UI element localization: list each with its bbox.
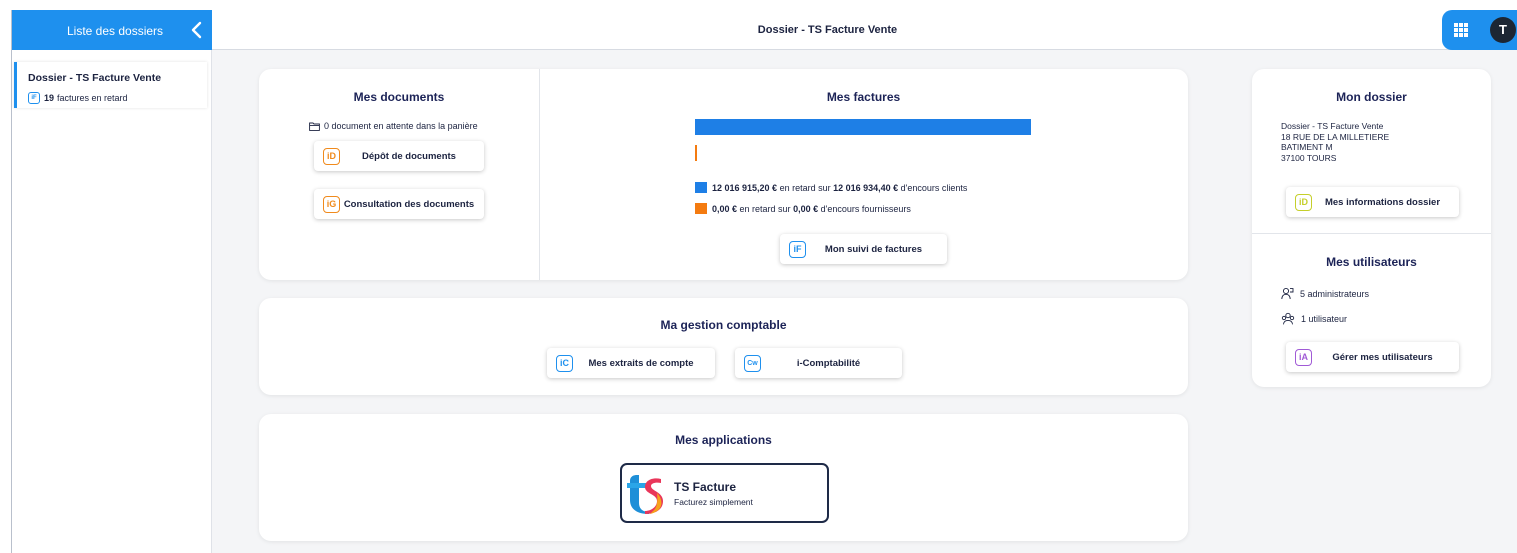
extraits-compte-button[interactable]: iC Mes extraits de compte: [547, 348, 715, 378]
invoice-badge-icon: iF: [28, 92, 40, 104]
folder-icon: [309, 122, 320, 131]
documents-invoices-card: Mes documents 0 document en attente dans…: [259, 69, 1188, 280]
page-title: Dossier - TS Facture Vente: [757, 24, 898, 36]
consultation-label: Consultation des documents: [343, 198, 475, 210]
gerer-icon: iA: [1295, 348, 1312, 366]
extraits-label: Mes extraits de compte: [588, 357, 694, 369]
clients-overdue-bar: [695, 119, 1031, 135]
late-label: factures en retard: [57, 93, 128, 103]
admins-count: 5 administrateurs: [1281, 287, 1369, 300]
i-comptabilite-button[interactable]: Cw i-Comptabilité: [735, 348, 902, 378]
comptabilite-icon: Cw: [744, 354, 761, 372]
users-text: 1 utilisateur: [1301, 313, 1348, 324]
avatar[interactable]: T: [1490, 17, 1516, 43]
apps-area: T: [1442, 10, 1517, 50]
pending-text: 0 document en attente dans la panière: [324, 121, 478, 131]
suppliers-total-amount: 0,00 €: [793, 203, 819, 214]
applications-card: Mes applications TS Facture Facturez sim…: [259, 414, 1188, 541]
comptabilite-label: i-Comptabilité: [796, 357, 861, 369]
infos-label: Mes informations dossier: [1324, 196, 1441, 208]
users-title: Mes utilisateurs: [1326, 255, 1417, 269]
folder-late-invoices: iF 19 factures en retard: [28, 92, 128, 104]
clients-late-amount: 12 016 915,20 €: [712, 182, 778, 193]
clients-summary: 12 016 915,20 € en retard sur 12 016 934…: [695, 182, 967, 193]
suppliers-late-amount: 0,00 €: [712, 203, 738, 214]
divider: [1252, 233, 1491, 234]
sidebar: Dossier - TS Facture Vente iF 19 facture…: [12, 50, 212, 553]
chevron-left-icon[interactable]: [188, 20, 206, 40]
accounting-title: Ma gestion comptable: [660, 318, 787, 332]
suivi-factures-button[interactable]: iF Mon suivi de factures: [780, 234, 947, 264]
documents-title: Mes documents: [353, 90, 445, 104]
address-line: Dossier - TS Facture Vente: [1281, 121, 1384, 131]
address-line: 18 RUE DE LA MILLETIERE: [1281, 131, 1390, 142]
gerer-utilisateurs-button[interactable]: iA Gérer mes utilisateurs: [1286, 342, 1459, 372]
address-line: BATIMENT M: [1281, 142, 1333, 152]
folder-list-title: Liste des dossiers: [67, 24, 164, 38]
suppliers-summary: 0,00 € en retard sur 0,00 € d'encours fo…: [695, 203, 911, 214]
ts-facture-logo-icon: [627, 475, 663, 514]
folder-name: Dossier - TS Facture Vente: [28, 72, 162, 84]
depot-icon: iD: [323, 147, 340, 165]
folder-list-header: Liste des dossiers: [12, 10, 212, 50]
infos-icon: iD: [1295, 193, 1312, 211]
dossier-card: Mon dossier Dossier - TS Facture Vente 1…: [1252, 69, 1491, 387]
clients-suffix: d'encours clients: [898, 182, 968, 193]
suppliers-legend-swatch: [695, 203, 707, 214]
dossier-address: Dossier - TS Facture Vente 18 RUE DE LA …: [1281, 121, 1389, 163]
suppliers-overdue-bar: [695, 145, 697, 161]
address-line: 37100 TOURS: [1281, 152, 1337, 163]
consultation-icon: iG: [323, 195, 340, 213]
extraits-icon: iC: [556, 354, 573, 372]
app-frame: Liste des dossiers Dossier - TS Facture …: [11, 10, 1517, 553]
clients-mid-text: en retard sur: [777, 182, 834, 193]
users-group-icon: [1281, 312, 1295, 325]
app-tagline: Facturez simplement: [674, 497, 753, 507]
dossier-title: Mon dossier: [1336, 90, 1407, 104]
users-count: 1 utilisateur: [1281, 312, 1347, 325]
consultation-documents-button[interactable]: iG Consultation des documents: [314, 189, 484, 219]
clients-total-amount: 12 016 934,40 €: [833, 182, 899, 193]
top-bar: Liste des dossiers Dossier - TS Facture …: [12, 10, 1517, 50]
depot-documents-button[interactable]: iD Dépôt de documents: [314, 141, 484, 171]
suivi-label: Mon suivi de factures: [824, 243, 923, 255]
suivi-icon: iF: [789, 240, 806, 258]
app-name: TS Facture: [674, 480, 737, 494]
suppliers-suffix: d'encours fournisseurs: [818, 203, 911, 214]
invoices-title: Mes factures: [826, 90, 901, 104]
clients-legend-swatch: [695, 182, 707, 193]
suppliers-mid-text: en retard sur: [737, 203, 794, 214]
gerer-label: Gérer mes utilisateurs: [1332, 351, 1433, 363]
admins-text: 5 administrateurs: [1300, 288, 1370, 299]
sidebar-folder-item[interactable]: Dossier - TS Facture Vente iF 19 facture…: [14, 62, 207, 108]
late-count: 19: [44, 93, 55, 103]
applications-title: Mes applications: [675, 433, 772, 447]
accounting-card: Ma gestion comptable iC Mes extraits de …: [259, 298, 1188, 395]
informations-dossier-button[interactable]: iD Mes informations dossier: [1286, 187, 1459, 217]
app-grid-icon[interactable]: [1454, 23, 1468, 37]
ts-facture-app-tile[interactable]: TS Facture Facturez simplement: [620, 463, 829, 523]
depot-label: Dépôt de documents: [362, 150, 456, 162]
admin-users-icon: [1281, 287, 1294, 300]
pending-documents: 0 document en attente dans la panière: [309, 121, 478, 131]
